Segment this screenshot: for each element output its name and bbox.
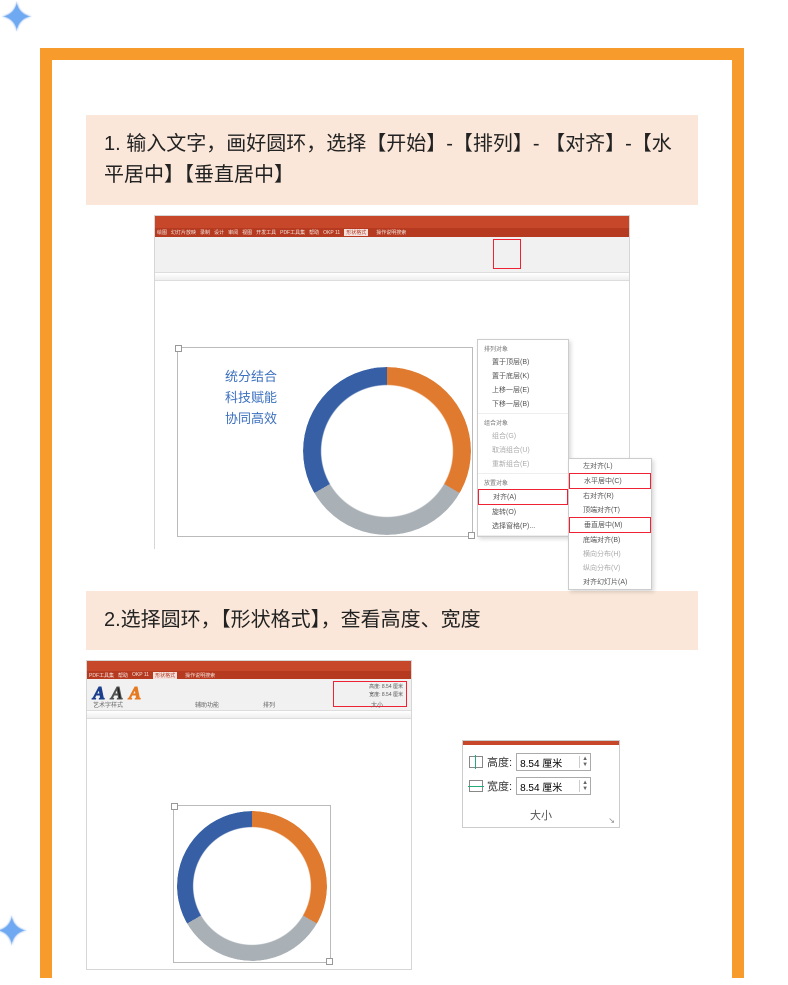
menu-section-header: 放置对象	[478, 476, 568, 489]
ruler	[155, 273, 629, 281]
ribbon-tab[interactable]: OKP 11	[132, 672, 149, 678]
mini-width-val: 8.54 厘米	[382, 692, 403, 698]
spinner[interactable]: ▲▼	[579, 780, 590, 792]
menu-section-header: 排列对象	[478, 342, 568, 355]
ribbon-tab[interactable]: 视图	[242, 229, 252, 236]
menu-item[interactable]: 置于底层(K)	[478, 369, 568, 383]
menu-item[interactable]: 重新组合(E)	[478, 457, 568, 471]
size-group-mini: 高度: 8.54 厘米 宽度: 8.54 厘米	[369, 683, 403, 699]
dialog-launcher-icon[interactable]: ↘	[608, 816, 615, 825]
submenu-item[interactable]: 左对齐(L)	[569, 459, 651, 473]
menu-item-rotate[interactable]: 旋转(O)	[478, 505, 568, 519]
step-2-row: PDF工具集 帮助 OKP 11 形状格式 操作说明搜索 A A A 艺术字样式…	[86, 660, 698, 970]
ribbon-tab[interactable]: 幻灯片放映	[171, 229, 196, 236]
group-label: 排列	[263, 700, 275, 709]
submenu-item[interactable]: 纵向分布(V)	[569, 561, 651, 575]
mini-height-label: 高度:	[369, 684, 380, 690]
ribbon-tab[interactable]: 形状格式	[153, 672, 177, 679]
group-label: 大小	[371, 700, 383, 709]
ruler	[87, 711, 411, 719]
screenshot-1: 绘图 幻灯片放映 录制 设计 审阅 视图 开发工具 PDF工具集 帮助 OKP …	[154, 215, 630, 549]
ribbon-tab[interactable]: 审阅	[228, 229, 238, 236]
spinner[interactable]: ▲▼	[579, 756, 590, 768]
submenu-item[interactable]: 底端对齐(B)	[569, 533, 651, 547]
submenu-item[interactable]: 横向分布(H)	[569, 547, 651, 561]
ribbon-tab[interactable]: PDF工具集	[280, 229, 305, 236]
width-icon	[469, 780, 483, 792]
step-2-text: 2.选择圆环，【形状格式】，查看高度、宽度	[104, 609, 481, 631]
height-icon	[469, 756, 483, 768]
title-bar	[87, 661, 411, 671]
menu-item[interactable]: 置于顶层(B)	[478, 355, 568, 369]
title-bar	[155, 216, 629, 228]
chevron-down-icon: ▼	[582, 786, 588, 792]
ribbon-tab[interactable]: OKP 11	[323, 230, 340, 236]
size-group-label: 大小	[530, 810, 552, 822]
menu-item[interactable]: 上移一层(E)	[478, 383, 568, 397]
width-input[interactable]: ▲▼	[516, 777, 591, 795]
width-label: 宽度:	[487, 778, 512, 794]
submenu-item[interactable]: 对齐幻灯片(A)	[569, 575, 651, 589]
donut-ring[interactable]	[303, 367, 471, 535]
group-label: 艺术字样式	[93, 700, 123, 709]
content-column: 1. 输入文字，画好圆环，选择【开始】-【排列】- 【对齐】-【水平居中】【垂直…	[52, 60, 732, 970]
size-group-footer: 大小 ↘	[463, 805, 619, 827]
ribbon-tab[interactable]: 设计	[214, 229, 224, 236]
menu-item-align[interactable]: 对齐(A)	[478, 489, 568, 505]
ribbon-tab[interactable]: 形状格式	[344, 229, 368, 236]
width-row: 宽度: ▲▼	[469, 777, 613, 795]
ribbon-tab-row: PDF工具集 帮助 OKP 11 形状格式 操作说明搜索	[87, 671, 411, 679]
align-submenu: 左对齐(L) 水平居中(C) 右对齐(R) 顶端对齐(T) 垂直居中(M) 底端…	[568, 458, 652, 590]
slide-canvas: 统分结合 科技赋能 协同高效 排列对象 置于顶层(B) 置于底层(K) 上移一层…	[155, 281, 629, 551]
height-input[interactable]: ▲▼	[516, 753, 591, 771]
ribbon-tab[interactable]: 开发工具	[256, 229, 276, 236]
highlight-arrange-button	[493, 239, 521, 269]
ribbon-tab[interactable]: 帮助	[118, 672, 128, 679]
star-icon: ✦	[0, 909, 29, 955]
submenu-item[interactable]: 右对齐(R)	[569, 489, 651, 503]
slide-canvas	[87, 719, 411, 967]
donut-ring[interactable]	[177, 811, 327, 961]
menu-item[interactable]: 组合(G)	[478, 429, 568, 443]
height-label: 高度:	[487, 754, 512, 770]
submenu-item-center-v[interactable]: 垂直居中(M)	[569, 517, 651, 533]
ribbon-tab[interactable]: 帮助	[309, 229, 319, 236]
menu-item[interactable]: 下移一层(B)	[478, 397, 568, 411]
document-frame: 1. 输入文字，画好圆环，选择【开始】-【排列】- 【对齐】-【水平居中】【垂直…	[40, 48, 744, 978]
ribbon-tab-row: 绘图 幻灯片放映 录制 设计 审阅 视图 开发工具 PDF工具集 帮助 OKP …	[155, 228, 629, 237]
menu-item-selection-pane[interactable]: 选择窗格(P)...	[478, 519, 568, 533]
submenu-item-center-h[interactable]: 水平居中(C)	[569, 473, 651, 489]
ribbon-tab[interactable]: PDF工具集	[89, 672, 114, 679]
tell-me[interactable]: 操作说明搜索	[376, 229, 406, 236]
ribbon-controls	[155, 237, 629, 273]
height-row: 高度: ▲▼	[469, 753, 613, 771]
ribbon-tab[interactable]: 录制	[200, 229, 210, 236]
width-field[interactable]	[517, 780, 579, 793]
step-2-banner: 2.选择圆环，【形状格式】，查看高度、宽度	[86, 591, 698, 650]
height-field[interactable]	[517, 756, 579, 769]
group-label: 辅助功能	[195, 700, 219, 709]
step-1-banner: 1. 输入文字，画好圆环，选择【开始】-【排列】- 【对齐】-【水平居中】【垂直…	[86, 115, 698, 205]
star-icon: ✦	[0, 0, 34, 41]
wordart-sample-icon: A	[129, 683, 141, 704]
ribbon-tab[interactable]: 绘图	[157, 229, 167, 236]
screenshot-2: PDF工具集 帮助 OKP 11 形状格式 操作说明搜索 A A A 艺术字样式…	[86, 660, 412, 970]
mini-height-val: 8.54 厘米	[382, 684, 403, 690]
step-1-text: 1. 输入文字，画好圆环，选择【开始】-【排列】- 【对齐】-【水平居中】【垂直…	[104, 133, 672, 186]
chevron-down-icon: ▼	[582, 762, 588, 768]
menu-section-header: 组合对象	[478, 416, 568, 429]
submenu-item[interactable]: 顶端对齐(T)	[569, 503, 651, 517]
ribbon-controls: A A A 艺术字样式 辅助功能 排列 高度: 8.54 厘米 宽度: 8.54…	[87, 679, 411, 711]
arrange-dropdown-menu: 排列对象 置于顶层(B) 置于底层(K) 上移一层(E) 下移一层(B) 组合对…	[477, 339, 569, 537]
mini-width-label: 宽度:	[369, 692, 380, 698]
tell-me[interactable]: 操作说明搜索	[185, 672, 215, 679]
size-panel-zoom: 高度: ▲▼ 宽度: ▲▼	[462, 740, 620, 828]
menu-item[interactable]: 取消组合(U)	[478, 443, 568, 457]
